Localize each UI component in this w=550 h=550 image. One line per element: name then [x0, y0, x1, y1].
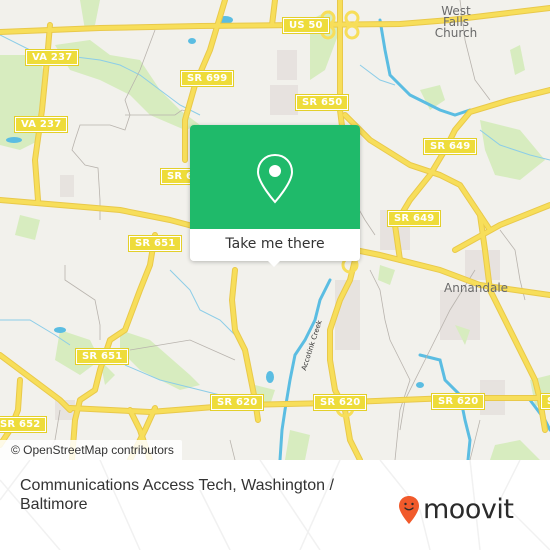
place-label-annandale: Annandale [444, 281, 509, 295]
road-shield-us50: US 50 [282, 17, 330, 34]
road-shield-sr620: SR 620 [430, 393, 486, 410]
road-shield-sr649: SR 649 [422, 138, 478, 155]
road-shield-sr649: SR 649 [386, 210, 442, 227]
road-shield-sr651: SR 651 [74, 348, 130, 365]
moovit-smiley-pin-icon [399, 496, 419, 524]
location-popup: Take me there [190, 125, 360, 267]
location-title: Communications Access Tech, Washington /… [20, 477, 334, 513]
take-me-there-button[interactable]: Take me there [190, 229, 360, 261]
road-shield-va237: VA 237 [24, 49, 80, 66]
moovit-wordmark: moovit [423, 494, 514, 525]
road-shield-sr620: SR 620 [312, 394, 368, 411]
road-shield-sr652: SR 652 [0, 416, 48, 433]
map-attribution[interactable]: © OpenStreetMap contributors [0, 440, 182, 460]
road-shield-sr-partial: SR [539, 393, 550, 410]
popup-pointer [266, 259, 282, 267]
location-pin-icon [256, 153, 294, 204]
popup-header [190, 125, 360, 229]
moovit-logo[interactable]: moovit [398, 493, 514, 527]
map[interactable]: US 50 VA 237 VA 237 SR 699 SR 650 SR 649… [0, 0, 550, 460]
road-shield-va237: VA 237 [13, 116, 69, 133]
road-shield-sr650: SR 650 [294, 94, 350, 111]
place-label-west-falls-church: West Falls Church [434, 4, 478, 40]
road-shield-sr620: SR 620 [209, 394, 265, 411]
footer: Communications Access Tech, Washington /… [0, 460, 550, 550]
road-shield-sr699: SR 699 [179, 70, 235, 87]
road-shield-sr651: SR 651 [127, 235, 183, 252]
